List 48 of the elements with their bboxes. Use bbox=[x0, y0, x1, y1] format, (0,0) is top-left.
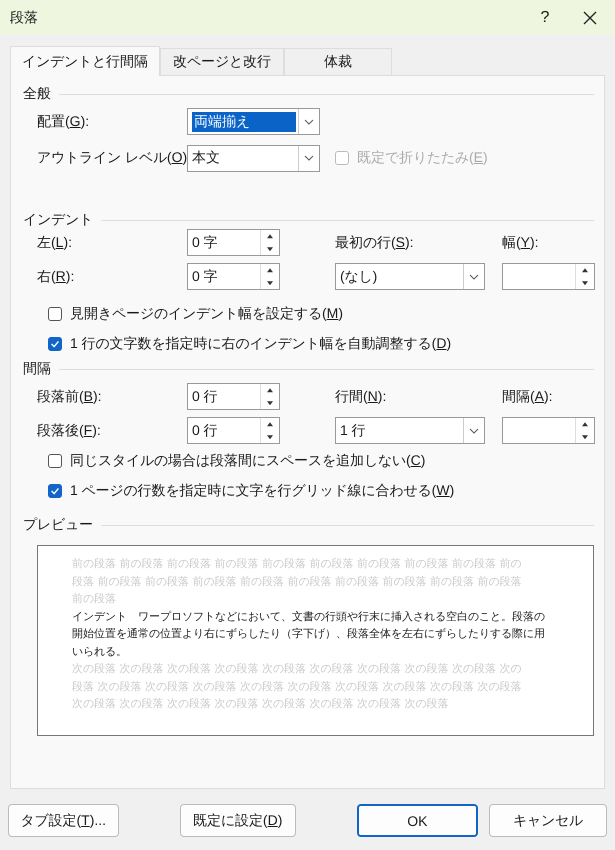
checkbox-label[interactable]: 同じスタイルの場合は段落間にスペースを追加しない(C) bbox=[70, 452, 426, 470]
spin-field[interactable]: 0 字 bbox=[187, 229, 280, 256]
chevron-down-icon bbox=[304, 155, 314, 161]
dialog-button[interactable]: 既定に設定(D) bbox=[180, 804, 296, 837]
preview-sample-text: インデント ワープロソフトなどにおいて、文書の行頭や行末に挿入される空白のこと。段落の開始位置を通常の位置より右にずらしたり（字下げ）、段落全体を左右にずらしたりする際に用いられる。 bbox=[72, 608, 546, 660]
dropdown[interactable]: 本文 bbox=[187, 144, 320, 172]
tab[interactable]: インデントと行間隔 bbox=[10, 46, 160, 76]
checkbox-label[interactable]: 1 ページの行数を指定時に文字を行グリッド線に合わせる(W) bbox=[70, 482, 454, 500]
tab[interactable]: 改ページと改行 bbox=[160, 48, 284, 75]
spin-field[interactable] bbox=[502, 263, 595, 290]
tab[interactable]: 体裁 bbox=[284, 48, 392, 75]
spin-field[interactable]: 0 行 bbox=[187, 417, 280, 444]
spin-field[interactable]: 0 行 bbox=[187, 383, 280, 410]
checkbox-label[interactable]: 1 行の文字数を指定時に右のインデント幅を自動調整する(D) bbox=[70, 335, 452, 353]
section-heading: プレビュー bbox=[23, 516, 94, 534]
dialog-button[interactable]: タブ設定(T)... bbox=[8, 804, 119, 837]
checkbox[interactable] bbox=[48, 454, 62, 468]
dialog-button[interactable]: OK bbox=[356, 804, 478, 837]
checkbox[interactable] bbox=[48, 484, 62, 498]
close-icon[interactable] bbox=[583, 10, 597, 24]
field-label: 左(L): bbox=[37, 234, 74, 252]
field-label: 配置(G): bbox=[37, 112, 90, 130]
checkbox[interactable] bbox=[48, 307, 62, 321]
field-label: 間隔(A): bbox=[502, 388, 554, 406]
section-heading: 間隔 bbox=[23, 360, 52, 378]
checkmark-icon bbox=[49, 485, 61, 497]
help-button[interactable]: ? bbox=[525, 8, 565, 26]
dropdown[interactable]: 1 行 bbox=[335, 417, 485, 444]
chevron-down-icon bbox=[304, 118, 314, 124]
spin-field[interactable] bbox=[502, 417, 595, 444]
field-label: 幅(Y): bbox=[502, 234, 540, 252]
chevron-down-icon bbox=[469, 428, 479, 434]
spin-field[interactable]: 0 字 bbox=[187, 263, 280, 290]
dialog-button[interactable]: キャンセル bbox=[488, 804, 607, 837]
checkbox-label[interactable]: 見開きページのインデント幅を設定する(M) bbox=[70, 305, 344, 323]
field-label: 右(R): bbox=[37, 268, 76, 286]
field-label: 段落後(F): bbox=[37, 422, 102, 440]
field-label: 段落前(B): bbox=[37, 388, 103, 406]
field-label: 行間(N): bbox=[335, 388, 388, 406]
field-label: 最初の行(S): bbox=[335, 234, 415, 252]
checkmark-icon bbox=[49, 338, 61, 350]
dropdown[interactable]: 両端揃え bbox=[187, 108, 320, 135]
dropdown[interactable]: (なし) bbox=[335, 263, 485, 290]
section-heading: インデント bbox=[23, 211, 94, 229]
chevron-down-icon bbox=[469, 274, 479, 280]
window-title: 段落 bbox=[10, 8, 39, 26]
section-heading: 全般 bbox=[23, 85, 52, 103]
checkbox[interactable] bbox=[48, 337, 62, 351]
